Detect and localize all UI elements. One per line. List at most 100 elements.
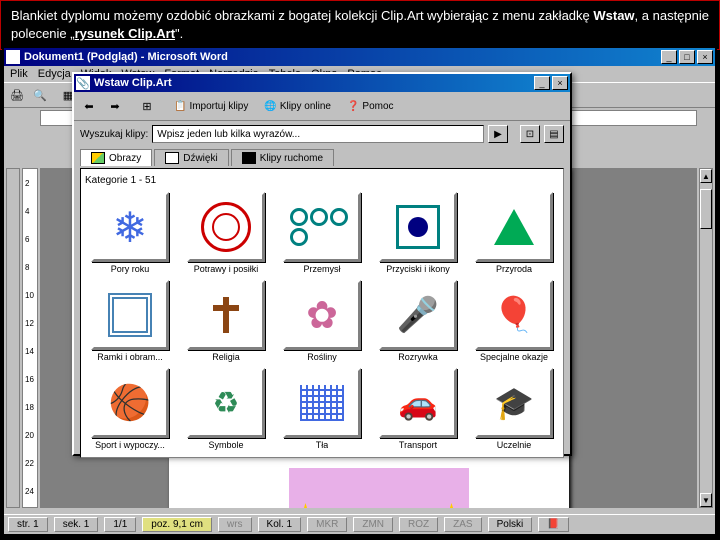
word-title: Dokument1 (Podgląd) - Microsoft Word xyxy=(24,51,661,63)
thumbnail: ❄ xyxy=(91,192,169,262)
instruction-text: Blankiet dyplomu możemy ozdobić obrazkam… xyxy=(0,0,720,50)
category-name: Religia xyxy=(212,352,240,362)
status-mode-roz[interactable]: ROZ xyxy=(399,517,438,532)
clipart-titlebar: 📎 Wstaw Clip.Art _ × xyxy=(74,74,570,92)
back-button[interactable]: ⬅ xyxy=(77,95,101,117)
category-name: Rośliny xyxy=(307,352,337,362)
scroll-up-arrow[interactable]: ▲ xyxy=(700,169,712,183)
tree-button[interactable]: ⊞ xyxy=(135,95,159,117)
thumbnail xyxy=(379,192,457,262)
category-name: Rozrywka xyxy=(398,352,438,362)
status-book-icon: 📕 xyxy=(538,517,568,532)
category-name: Specjalne okazje xyxy=(480,352,548,362)
status-column: Kol. 1 xyxy=(258,517,302,532)
status-pagecount: 1/1 xyxy=(104,517,136,532)
clipart-category-car[interactable]: 🚗 Transport xyxy=(373,368,463,450)
thumbnail: ✿ xyxy=(283,280,361,350)
thumbnail: 🎤 xyxy=(379,280,457,350)
movie-icon xyxy=(242,152,256,164)
thumbnail xyxy=(283,192,361,262)
category-name: Transport xyxy=(399,440,437,450)
category-name: Sport i wypoczy... xyxy=(95,440,165,450)
clipart-tabs: Obrazy Dźwięki Klipy ruchome xyxy=(74,147,570,168)
clips-online-button[interactable]: 🌐 Klipy online xyxy=(257,95,338,117)
inserted-clipart[interactable] xyxy=(289,468,469,508)
category-name: Tła xyxy=(316,440,329,450)
word-titlebar: W Dokument1 (Podgląd) - Microsoft Word _… xyxy=(4,48,715,66)
category-label: Kategorie 1 - 51 xyxy=(85,173,559,192)
clipart-dialog: 📎 Wstaw Clip.Art _ × ⬅ ➡ ⊞ 📋 Importuj kl… xyxy=(72,72,572,456)
thumbnail xyxy=(187,280,265,350)
status-mode-zmn[interactable]: ZMN xyxy=(353,517,393,532)
status-mode-mkr[interactable]: MKR xyxy=(307,517,347,532)
clipart-category-grid[interactable]: Tła xyxy=(277,368,367,450)
clipart-toolbar: ⬅ ➡ ⊞ 📋 Importuj klipy 🌐 Klipy online ❓ … xyxy=(74,92,570,121)
clipart-category-flower[interactable]: ✿ Rośliny xyxy=(277,280,367,362)
zoom-button[interactable]: 🔍 xyxy=(29,85,51,105)
tab-images[interactable]: Obrazy xyxy=(80,149,152,166)
status-bar: str. 1 sek. 1 1/1 poz. 9,1 cm wrs Kol. 1… xyxy=(4,514,715,534)
clipart-search-row: Wyszukaj klipy: ▶ ⊡ ▤ xyxy=(74,121,570,147)
search-go-button[interactable]: ▶ xyxy=(488,125,508,143)
category-name: Uczelnie xyxy=(497,440,532,450)
tab-sounds[interactable]: Dźwięki xyxy=(154,149,228,166)
scroll-thumb[interactable] xyxy=(700,189,712,229)
category-name: Ramki i obram... xyxy=(97,352,163,362)
minimize-button[interactable]: _ xyxy=(661,50,677,64)
side-toolbox xyxy=(6,168,20,508)
clipart-body: Kategorie 1 - 51 ❄ Pory roku Potrawy i pos… xyxy=(80,168,564,458)
vertical-scrollbar[interactable]: ▲ ▼ xyxy=(699,168,713,508)
status-position: poz. 9,1 cm xyxy=(142,517,212,532)
thumbnail xyxy=(475,192,553,262)
scroll-down-arrow[interactable]: ▼ xyxy=(700,493,712,507)
thumbnail xyxy=(91,280,169,350)
word-window: W Dokument1 (Podgląd) - Microsoft Word _… xyxy=(2,46,717,536)
thumbnail: 🚗 xyxy=(379,368,457,438)
status-line: wrs xyxy=(218,517,252,532)
thumbnail: ♻ xyxy=(187,368,265,438)
clipart-category-mic[interactable]: 🎤 Rozrywka xyxy=(373,280,463,362)
thumbnail xyxy=(283,368,361,438)
status-mode-zas[interactable]: ZAS xyxy=(444,517,481,532)
category-name: Pory roku xyxy=(111,264,150,274)
import-clips-button[interactable]: 📋 Importuj klipy xyxy=(167,95,255,117)
clipart-category-recycle[interactable]: ♻ Symbole xyxy=(181,368,271,450)
category-name: Potrawy i posiłki xyxy=(194,264,259,274)
clipart-category-ball[interactable]: 🏀 Sport i wypoczy... xyxy=(85,368,175,450)
clipart-title: Wstaw Clip.Art xyxy=(94,77,534,89)
clipart-app-icon: 📎 xyxy=(76,76,90,90)
category-name: Symbole xyxy=(208,440,243,450)
clipart-category-frame[interactable]: Ramki i obram... xyxy=(85,280,175,362)
clipart-category-balloons[interactable]: 🎈 Specjalne okazje xyxy=(469,280,559,362)
search-options-button[interactable]: ⊡ xyxy=(520,125,540,143)
search-input[interactable] xyxy=(152,125,484,143)
status-page: str. 1 xyxy=(8,517,48,532)
menu-plik[interactable]: Plik xyxy=(10,68,28,80)
clipart-category-gears[interactable]: Przemysł xyxy=(277,192,367,274)
clipart-category-cap[interactable]: 🎓Uczelnie xyxy=(469,368,559,450)
clipart-grid: ❄ Pory roku Potrawy i posiłki PrzemysłPrzyc… xyxy=(85,192,559,450)
maximize-button[interactable]: □ xyxy=(679,50,695,64)
clipart-category-tree[interactable]: Przyroda xyxy=(469,192,559,274)
clipart-help-button[interactable]: ❓ Pomoc xyxy=(340,95,401,117)
clipart-category-snowflake[interactable]: ❄ Pory roku xyxy=(85,192,175,274)
word-app-icon: W xyxy=(6,50,20,64)
clipart-category-cross[interactable]: Religia xyxy=(181,280,271,362)
forward-button[interactable]: ➡ xyxy=(103,95,127,117)
status-language: Polski xyxy=(488,517,533,532)
thumbnail: 🏀 xyxy=(91,368,169,438)
clipart-close-button[interactable]: × xyxy=(552,76,568,90)
clipart-category-dot[interactable]: Przyciski i ikony xyxy=(373,192,463,274)
close-button[interactable]: × xyxy=(697,50,713,64)
search-label: Wyszukaj klipy: xyxy=(80,129,148,140)
print-button[interactable]: 🖨 xyxy=(6,85,28,105)
tab-motion[interactable]: Klipy ruchome xyxy=(231,149,334,166)
menu-edycja[interactable]: Edycja xyxy=(38,68,71,80)
status-section: sek. 1 xyxy=(54,517,99,532)
search-view-button[interactable]: ▤ xyxy=(544,125,564,143)
clipart-minimize-button[interactable]: _ xyxy=(534,76,550,90)
thumbnail: 🎈 xyxy=(475,280,553,350)
sound-icon xyxy=(165,152,179,164)
clipart-category-plate[interactable]: Potrawy i posiłki xyxy=(181,192,271,274)
thumbnail xyxy=(187,192,265,262)
